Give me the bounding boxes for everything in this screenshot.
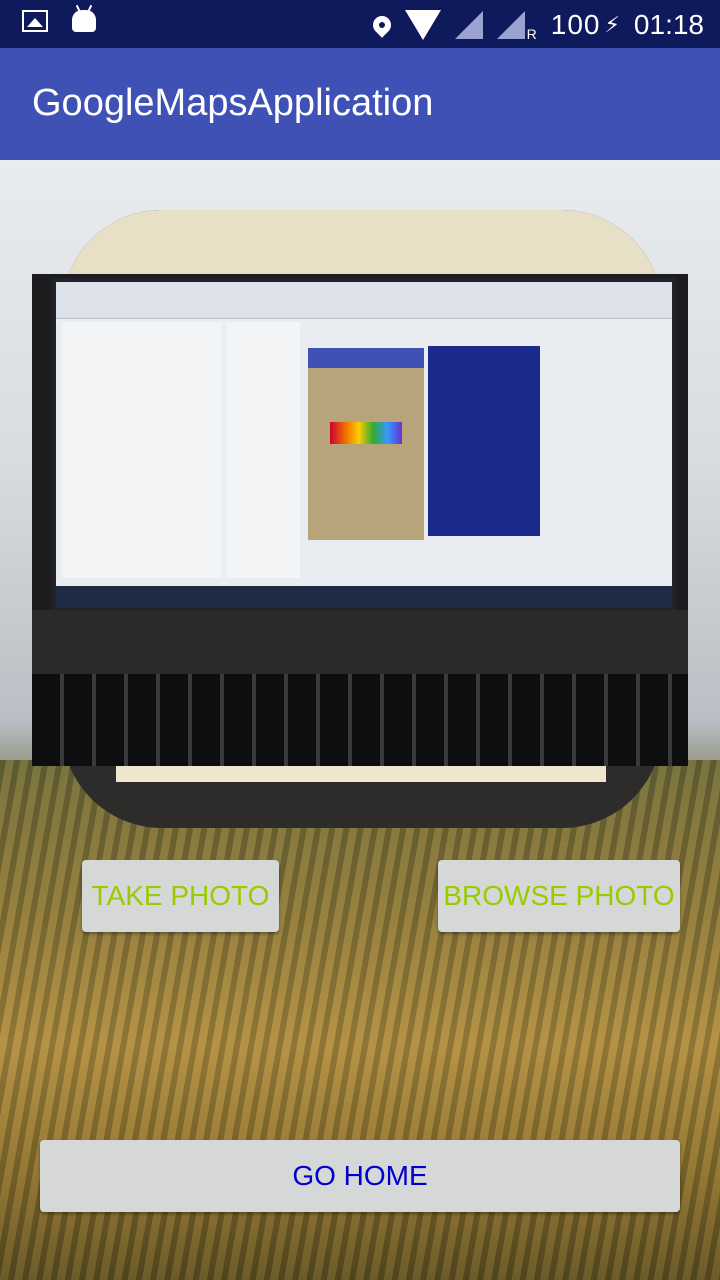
photo-phone-bar <box>308 348 424 368</box>
photo-phone-preview <box>308 348 424 540</box>
charging-bolt-icon: ⚡ <box>604 12 620 37</box>
signal-roaming-icon <box>496 11 525 39</box>
gallery-icon <box>22 10 48 32</box>
photo-taskbar <box>56 586 672 608</box>
android-icon <box>72 10 96 32</box>
roaming-mark: R <box>526 26 537 42</box>
photo-laptop-screen <box>52 278 676 612</box>
photo-preview <box>32 274 688 766</box>
wifi-icon <box>404 10 441 40</box>
photo-keyboard <box>32 674 688 766</box>
clock: 01:18 <box>633 9 704 40</box>
photo-blue-preview <box>428 346 540 536</box>
go-home-button[interactable]: GO HOME <box>40 1140 680 1212</box>
app-title: GoogleMapsApplication <box>32 82 434 124</box>
photo-ide-toolbar <box>56 282 672 319</box>
photo-rainbow-strip <box>330 422 402 444</box>
photo-ide-panel <box>62 322 222 578</box>
take-photo-button[interactable]: TAKE PHOTO <box>82 860 279 932</box>
app-bar: GoogleMapsApplication <box>0 48 720 160</box>
photo-laptop-body <box>32 610 688 674</box>
signal-icon <box>454 11 483 39</box>
photo-ide-panel <box>226 322 300 578</box>
browse-photo-button[interactable]: BROWSE PHOTO <box>438 860 680 932</box>
battery-level: 100 <box>550 9 601 40</box>
location-pin-icon <box>368 12 395 38</box>
status-bar: R 100 ⚡ 01:18 <box>0 0 720 48</box>
